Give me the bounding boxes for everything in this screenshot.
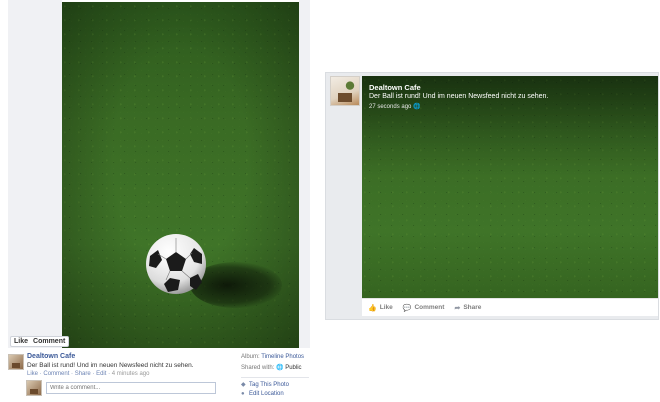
avatar-box xyxy=(338,93,352,102)
tag-icon: ◆ xyxy=(241,382,246,388)
commenter-avatar xyxy=(26,380,42,396)
photo-vignette xyxy=(62,2,299,348)
story-time-label: 27 seconds ago xyxy=(369,103,412,110)
photo-like-comment-box: Like Comment xyxy=(10,336,70,347)
share-link[interactable]: Share xyxy=(75,371,91,377)
shared-with-label: Shared with: xyxy=(241,365,275,371)
photo-viewer-panel: Like Comment Dealtown Cafe Der Ball ist … xyxy=(0,0,310,402)
privacy-value[interactable]: Public xyxy=(285,365,301,371)
globe-icon: 🌐 xyxy=(276,365,284,371)
tag-photo-label: Tag This Photo xyxy=(249,381,289,388)
album-link[interactable]: Timeline Photos xyxy=(261,354,304,360)
comment-icon: 💬 xyxy=(402,304,412,312)
page-avatar[interactable] xyxy=(330,76,360,106)
photo-like-button[interactable]: Like xyxy=(14,338,28,345)
comment-input[interactable] xyxy=(46,382,216,394)
story-timestamp[interactable]: 27 seconds ago 🌐 xyxy=(369,103,421,111)
side-divider xyxy=(241,377,309,378)
like-label: Like xyxy=(379,304,393,311)
comment-button[interactable]: 💬 Comment xyxy=(403,304,445,312)
comment-label: Comment xyxy=(414,304,445,311)
album-label: Album: xyxy=(241,354,260,360)
edit-link[interactable]: Edit xyxy=(96,371,106,377)
soccer-ball-photo[interactable] xyxy=(62,2,299,348)
post-timestamp[interactable]: 4 minutes ago xyxy=(112,371,150,377)
location-pin-icon: ● xyxy=(241,391,245,397)
story-author[interactable]: Dealtown Cafe xyxy=(369,83,421,92)
avatar[interactable] xyxy=(8,354,24,370)
viewer-margin-left xyxy=(8,0,62,348)
globe-icon: 🌐 xyxy=(413,104,421,110)
edit-location-action[interactable]: ● Edit Location xyxy=(241,391,284,397)
share-label: Share xyxy=(463,304,482,311)
photo-comment-button[interactable]: Comment xyxy=(33,338,65,345)
thumbs-up-icon: 👍 xyxy=(368,304,377,312)
share-button[interactable]: ➦ Share xyxy=(454,304,481,312)
story-action-bar: 👍 Like 💬 Comment ➦ Share xyxy=(362,298,658,316)
post-action-links: Like · Comment · Share · Edit · 4 minute… xyxy=(27,371,149,377)
avatar-plant xyxy=(345,80,355,94)
viewer-margin-right xyxy=(299,0,310,348)
post-text: Der Ball ist rund! Und im neuen Newsfeed… xyxy=(27,362,194,369)
tag-photo-action[interactable]: ◆ Tag This Photo xyxy=(241,381,289,389)
share-arrow-icon: ➦ xyxy=(454,304,461,312)
screenshot-root: Like Comment Dealtown Cafe Der Ball ist … xyxy=(0,0,660,402)
like-button[interactable]: 👍 Like xyxy=(368,304,393,312)
story-text: Der Ball ist rund! Und im neuen Newsfeed… xyxy=(369,93,549,100)
comment-link[interactable]: Comment xyxy=(43,371,69,377)
post-author[interactable]: Dealtown Cafe xyxy=(27,353,75,360)
like-link[interactable]: Like xyxy=(27,371,38,377)
edit-location-label: Edit Location xyxy=(249,391,284,397)
